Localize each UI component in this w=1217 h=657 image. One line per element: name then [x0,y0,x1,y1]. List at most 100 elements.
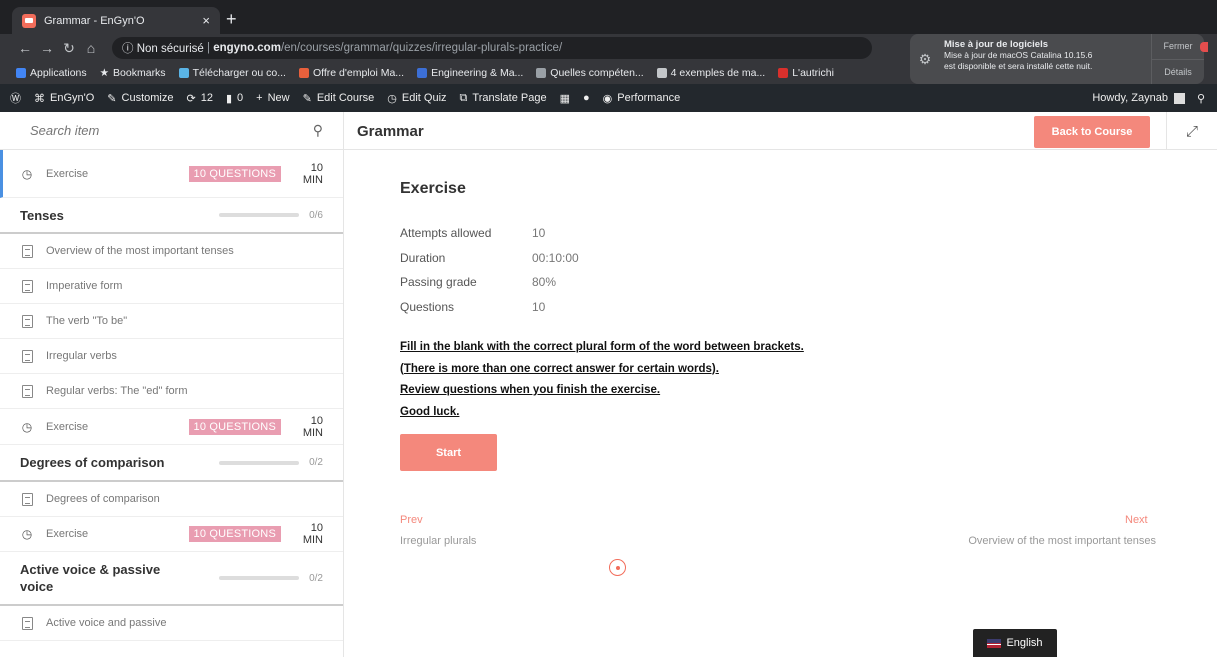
browser-tab[interactable]: Grammar - EnGyn'O × [12,7,220,34]
back-arrow-icon[interactable]: ← [14,40,36,56]
admin-site-link[interactable]: ⌘ EnGyn'O [34,92,94,105]
bookmark-autrichien[interactable]: L'autrichi [778,67,834,79]
admin-status-dot-icon[interactable]: ● [583,92,590,104]
admin-performance-link[interactable]: ◉ Performance [603,92,681,105]
section-header-degrees-of-comparison[interactable]: Degrees of comparison 0/2 [0,445,343,482]
item-label: Regular verbs: The "ed" form [46,385,188,397]
search-input[interactable] [30,123,313,138]
apps-grid-icon [16,68,26,78]
bookmark-favicon-icon [298,68,309,78]
bookmark-favicon-icon [417,68,428,78]
item-label: The verb "To be" [46,315,128,327]
bookmark-engineering[interactable]: Engineering & Ma... [417,67,523,79]
security-indicator[interactable]: ⓘ Non sécurisé [122,40,204,56]
document-icon [20,244,34,258]
section-progress-bar [219,460,299,465]
notification-line: Mise à jour de macOS Catalina 10.15.6 [944,50,1093,60]
course-title: Grammar [357,123,424,140]
section-progress-bar [219,213,299,217]
start-quiz-button[interactable]: Start [400,434,497,471]
home-icon[interactable]: ⌂ [80,40,102,56]
search-icon[interactable]: ⚲ [313,122,323,139]
howdy-label: Howdy, Zaynab [1092,92,1168,104]
forward-arrow-icon[interactable]: → [36,40,58,56]
bookmark-exemples[interactable]: 4 exemples de ma... [656,67,765,79]
quiz-info: Attempts allowed 10 Duration 00:10:00 Pass… [400,226,579,324]
language-switcher[interactable]: English [973,629,1057,657]
curriculum-item-lesson[interactable]: Degrees of comparison [0,482,343,517]
prev-item-title[interactable]: Irregular plurals [400,535,476,547]
questions-badge: 10 QUESTIONS [188,418,281,435]
bookmark-favicon-icon [536,68,547,78]
bookmark-favicon-icon [178,68,189,78]
wordpress-logo-icon[interactable]: Ⓦ [10,90,21,106]
notification-line: est disponible et sera installé cette nu… [944,61,1093,71]
info-value: 00:10:00 [532,250,579,265]
duration-label: 10 MIN [302,161,323,186]
next-item-title[interactable]: Overview of the most important tenses [968,535,1156,547]
questions-badge: 10 QUESTIONS [188,526,281,542]
curriculum-item-exercise[interactable]: ◷ Exercise 10 QUESTIONS 10 MIN [0,517,343,552]
section-header-active-passive-voice[interactable]: Active voice & passive voice 0/2 [0,552,343,606]
back-to-course-button[interactable]: Back to Course [1034,116,1150,148]
section-header-tenses[interactable]: Tenses 0/6 [0,198,343,234]
refresh-icon: ⟳ [186,92,196,105]
bookmark-offre-emploi[interactable]: Offre d'emploi Ma... [298,67,404,79]
avatar [1173,92,1185,104]
admin-edit-quiz-link[interactable]: ◷ Edit Quiz [387,92,446,105]
admin-comments-link[interactable]: ▮ 0 [226,92,243,105]
info-key: Passing grade [400,275,477,289]
language-label: English [1006,637,1043,649]
notification-details-button[interactable]: Détails [1152,60,1204,85]
reload-icon[interactable]: ↻ [58,40,80,57]
document-icon [20,279,34,293]
admin-edit-course-link[interactable]: ✎ Edit Course [303,92,375,105]
bookmark-telecharger[interactable]: Télécharger ou co... [178,67,286,79]
address-bar[interactable]: ⓘ Non sécurisé | engyno.com /en/courses/… [112,37,872,59]
search-icon[interactable]: ⚲ [1197,92,1205,105]
browser-tab-strip: Grammar - EnGyn'O × + [0,0,1217,34]
curriculum-item-lesson[interactable]: The verb "To be" [0,304,343,339]
admin-seo-icon[interactable]: ▦ [560,92,570,105]
document-icon [20,349,34,363]
section-title-line: Active voice & passive [20,562,161,577]
prev-link[interactable]: Prev [400,514,423,526]
admin-new-link[interactable]: + New [256,92,289,104]
bookmark-quelles-competences[interactable]: Quelles compéten... [536,67,644,79]
info-value: 80% [532,275,557,289]
bookmark-applications[interactable]: Applications [16,67,87,79]
item-label: Imperative form [46,280,123,292]
admin-updates-link[interactable]: ⟳ 12 [186,92,212,105]
item-label: Exercise [46,167,89,180]
dashboard-icon: ⌘ [34,92,45,105]
notification-close-button[interactable]: Fermer [1152,34,1204,60]
admin-translate-link[interactable]: ⧉ Translate Page [460,92,547,105]
next-link[interactable]: Next [1125,514,1148,526]
bookmark-bookmarks[interactable]: ★ Bookmarks [100,67,166,79]
admin-customize-link[interactable]: ✎ Customize [107,92,173,105]
notification-body[interactable]: Mise à jour de logiciels Mise à jour de … [940,34,1152,84]
curriculum-item-lesson[interactable]: Regular verbs: The "ed" form [0,374,343,409]
admin-account-menu[interactable]: Howdy, Zaynab ⚲ [1092,84,1205,112]
curriculum-item-lesson[interactable]: Imperative form [0,269,343,304]
expand-icon[interactable]: ⤢ [1166,112,1217,150]
edit-icon: ✎ [302,92,312,105]
curriculum-item-exercise[interactable]: ◷ Exercise 10 QUESTIONS 10 MIN [0,150,343,198]
software-update-notification: ⚙ Mise à jour de logiciels Mise à jour d… [910,34,1208,85]
item-label: Irregular verbs [46,350,117,362]
curriculum-item-lesson[interactable]: Irregular verbs [0,339,343,374]
gear-icon: ⚙ [918,50,932,67]
close-tab-icon[interactable]: × [202,13,210,28]
sidebar-search: ⚲ [0,112,343,150]
instruction-line: (There is more than one correct answer f… [400,362,719,375]
info-key: Duration [400,250,446,265]
curriculum-item-exercise[interactable]: ◷ Exercise 10 QUESTIONS 10 MIN [0,409,343,445]
curriculum-item-lesson[interactable]: Overview of the most important tenses [0,234,343,269]
bookmark-favicon-icon [778,68,789,78]
info-key: Questions [400,299,455,314]
curriculum-item-lesson[interactable]: Active voice and passive [0,606,343,641]
questions-badge: 10 QUESTIONS [188,165,281,182]
section-title: Tenses [20,207,64,223]
new-tab-icon[interactable]: + [226,9,237,30]
admin-bar: Ⓦ ⌘ EnGyn'O ✎ Customize ⟳ 12 ▮ 0 + New ✎ Edit … [0,84,1217,112]
